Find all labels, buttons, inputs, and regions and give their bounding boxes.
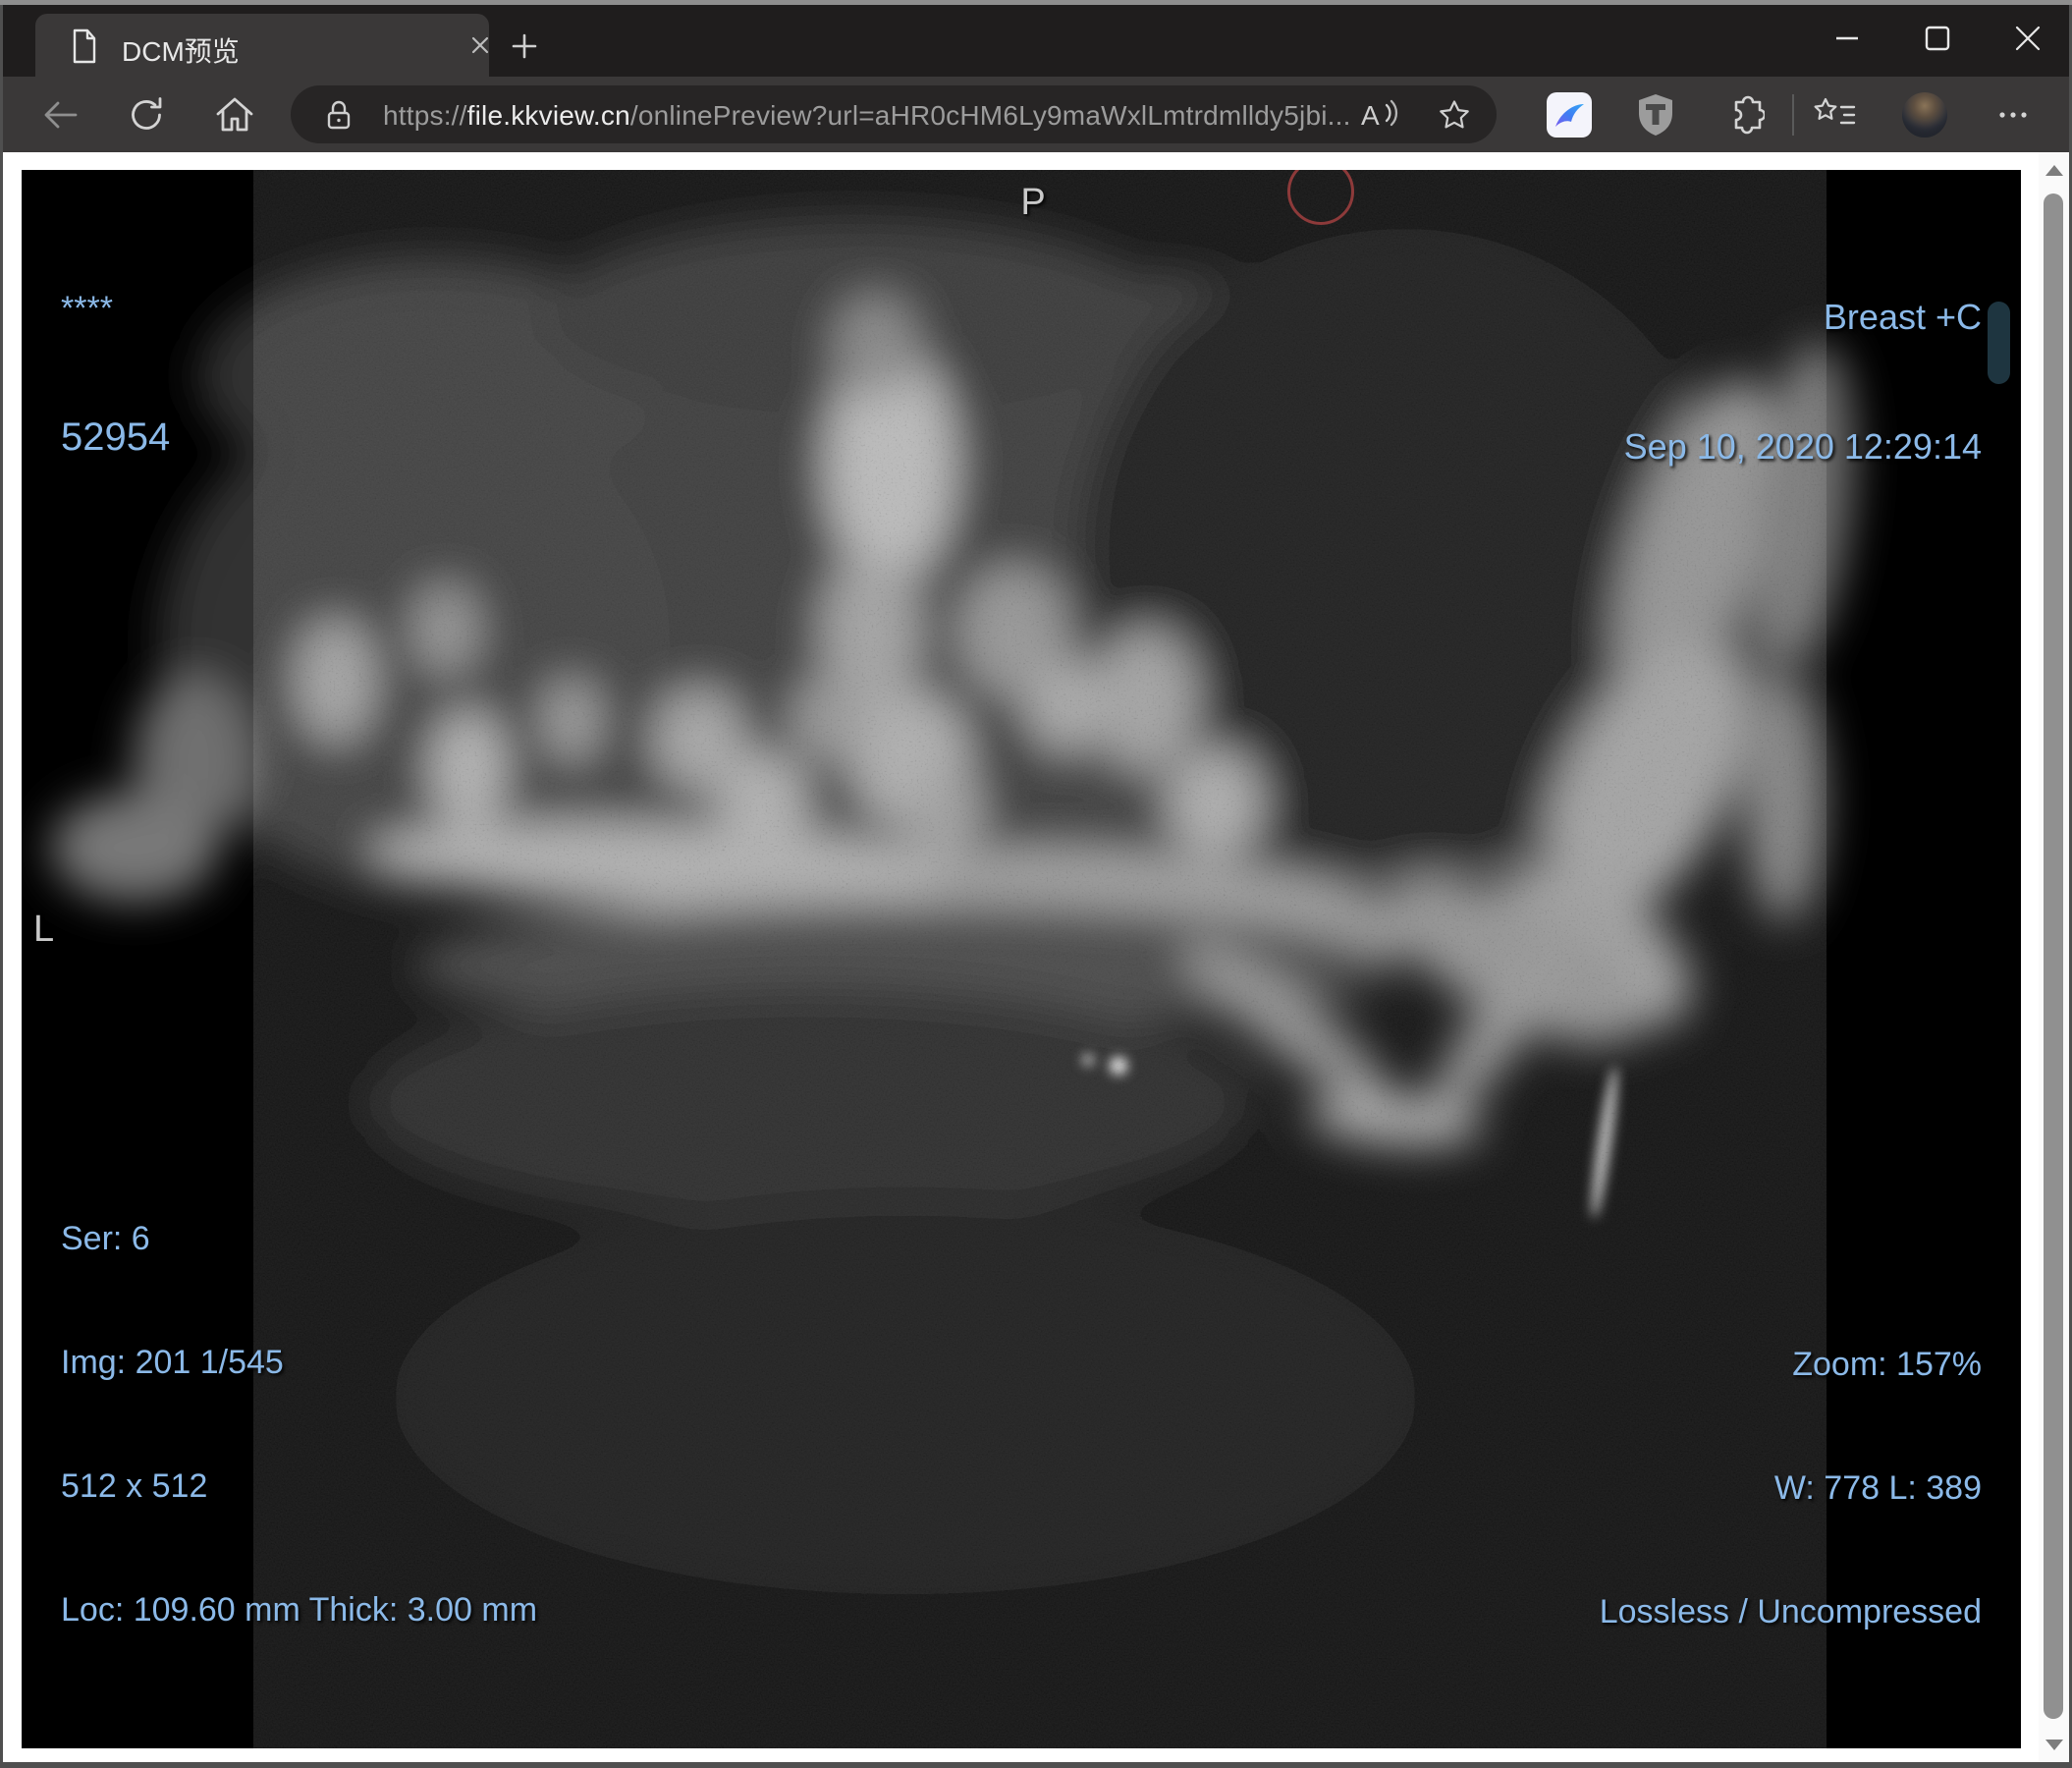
home-icon bbox=[216, 97, 253, 132]
image-index: Img: 201 1/545 bbox=[61, 1344, 284, 1381]
window-level: W: 778 L: 389 bbox=[1773, 1469, 1982, 1507]
series-number: Ser: 6 bbox=[61, 1220, 150, 1257]
new-tab-button[interactable] bbox=[508, 29, 541, 63]
url-host: file.kkview.cn bbox=[466, 100, 630, 131]
thunder-bird-icon bbox=[1555, 104, 1584, 127]
close-icon bbox=[2015, 26, 2041, 51]
profile-avatar[interactable] bbox=[1902, 92, 1947, 138]
title-bar: DCM预览 bbox=[3, 5, 2069, 77]
scroll-up-arrow-icon[interactable] bbox=[2045, 165, 2063, 176]
tab-title: DCM预览 bbox=[122, 36, 240, 67]
orientation-marker-posterior: P bbox=[1020, 182, 1046, 223]
document-icon bbox=[73, 28, 96, 64]
scrollbar-thumb[interactable] bbox=[2044, 193, 2063, 1719]
read-aloud-icon[interactable]: A bbox=[1359, 97, 1402, 133]
url-path: /onlinePreview?url=aHR0cHM6Ly9maWxlLmtrd… bbox=[629, 100, 1351, 131]
tab-close-icon[interactable] bbox=[469, 34, 491, 56]
overlay-bottom-right: Zoom: 157% W: 778 L: 389 Lossless / Unco… bbox=[1600, 1261, 1982, 1715]
lock-icon[interactable] bbox=[326, 99, 352, 131]
compression-info: Lossless / Uncompressed bbox=[1599, 1593, 1982, 1630]
study-description: Breast +C bbox=[1823, 297, 1982, 337]
favorites-list-star-icon bbox=[1814, 97, 1856, 125]
url-text[interactable]: https://file.kkview.cn/onlinePreview?url… bbox=[383, 100, 1351, 132]
refresh-icon bbox=[132, 97, 162, 130]
screenshot-root: { "browser": { "tab_title": "DCM预览", "ur… bbox=[0, 0, 2072, 1768]
puzzle-icon bbox=[1734, 95, 1765, 135]
close-button[interactable] bbox=[1996, 5, 2059, 72]
maximize-icon bbox=[1925, 26, 1950, 51]
page-scrollbar[interactable] bbox=[2039, 152, 2069, 1762]
toolbar-divider bbox=[1792, 94, 1794, 136]
tampermonkey-extension-button[interactable] bbox=[1631, 90, 1680, 139]
viewer-scroll-indicator[interactable] bbox=[1988, 302, 2010, 384]
url-scheme: https:// bbox=[383, 100, 467, 131]
browser-tab[interactable]: DCM预览 bbox=[35, 14, 489, 77]
dicom-viewport[interactable]: **** 52954 Breast +C Sep 10, 2020 12:29:… bbox=[22, 170, 2021, 1748]
thunder-extension-button[interactable] bbox=[1547, 92, 1592, 138]
scroll-down-arrow-icon[interactable] bbox=[2045, 1740, 2063, 1750]
study-datetime: Sep 10, 2020 12:29:14 bbox=[1623, 426, 1982, 467]
home-button[interactable] bbox=[210, 90, 259, 139]
zoom-level: Zoom: 157% bbox=[1792, 1346, 1982, 1383]
overlay-top-left: **** 52954 bbox=[61, 205, 170, 545]
overlay-bottom-left: Ser: 6 Img: 201 1/545 512 x 512 Loc: 109… bbox=[61, 1135, 537, 1713]
image-matrix: 512 x 512 bbox=[61, 1467, 208, 1505]
shield-t-icon bbox=[1639, 94, 1672, 136]
back-button[interactable] bbox=[36, 90, 85, 139]
slice-location: Loc: 109.60 mm Thick: 3.00 mm bbox=[61, 1591, 538, 1629]
maximize-button[interactable] bbox=[1906, 5, 1969, 72]
settings-menu-button[interactable] bbox=[1989, 90, 2038, 139]
svg-text:A: A bbox=[1361, 100, 1380, 131]
collections-button[interactable] bbox=[1810, 90, 1859, 139]
favorite-star-icon[interactable] bbox=[1438, 98, 1471, 132]
navigation-toolbar: https://file.kkview.cn/onlinePreview?url… bbox=[3, 77, 2069, 152]
refresh-button[interactable] bbox=[122, 90, 171, 139]
window-bottom-border bbox=[0, 1762, 2072, 1768]
minimize-icon bbox=[1836, 36, 1858, 40]
back-arrow-icon bbox=[44, 101, 78, 129]
minimize-button[interactable] bbox=[1816, 5, 1879, 72]
ellipsis-icon bbox=[1999, 112, 2027, 118]
extensions-button[interactable] bbox=[1719, 90, 1769, 139]
orientation-marker-left: L bbox=[33, 909, 55, 950]
patient-id-masked: **** bbox=[61, 290, 113, 327]
page-content: **** 52954 Breast +C Sep 10, 2020 12:29:… bbox=[3, 152, 2069, 1762]
overlay-top-right: Breast +C Sep 10, 2020 12:29:14 bbox=[1624, 209, 1982, 555]
patient-number: 52954 bbox=[61, 415, 171, 459]
address-bar[interactable]: https://file.kkview.cn/onlinePreview?url… bbox=[291, 85, 1497, 143]
